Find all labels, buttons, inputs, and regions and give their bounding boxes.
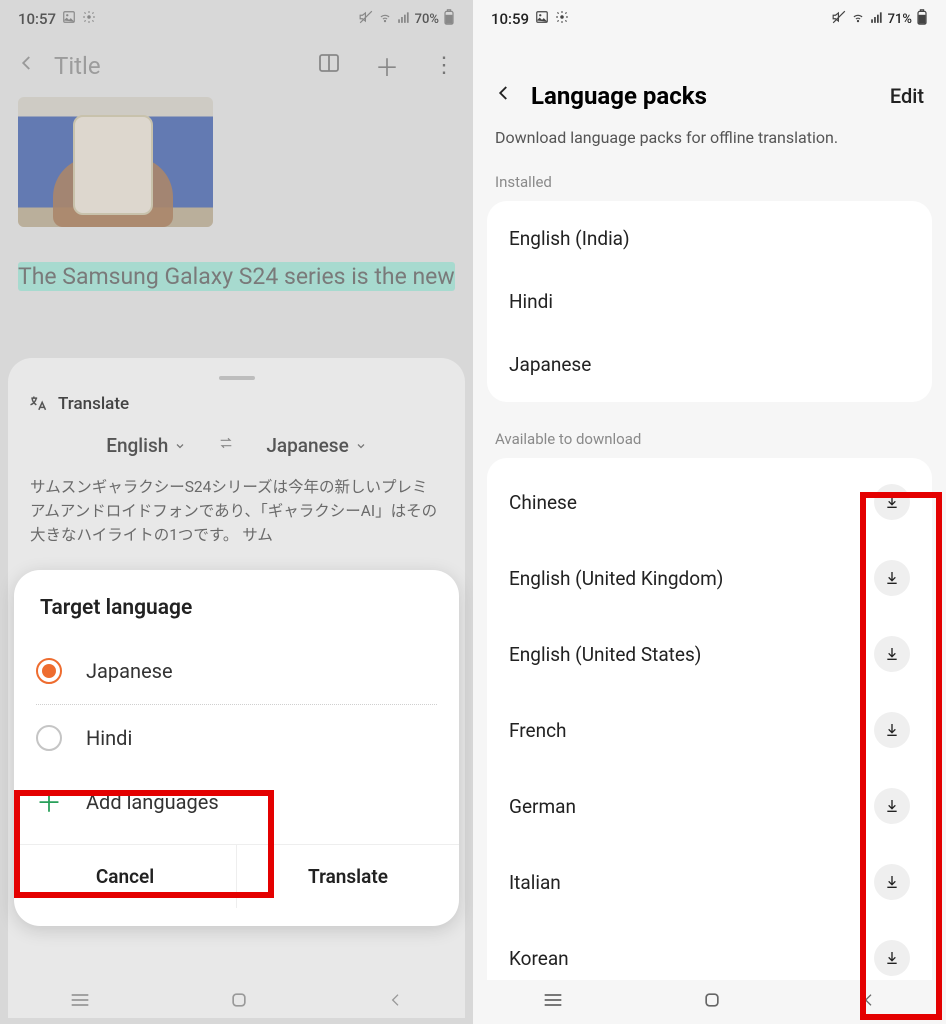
- reader-icon[interactable]: [317, 51, 341, 81]
- language-option-label: Hindi: [86, 726, 132, 750]
- status-time: 10:57: [18, 10, 56, 28]
- radio-selected-icon: [36, 658, 62, 684]
- back-icon[interactable]: [495, 82, 513, 110]
- language-name: Japanese: [509, 353, 591, 376]
- language-name: German: [509, 795, 576, 818]
- language-name: Italian: [509, 871, 561, 894]
- translate-label: Translate: [58, 394, 129, 414]
- radio-icon: [36, 725, 62, 751]
- page-header: Language packs Edit: [473, 34, 946, 128]
- signal-icon: [870, 10, 884, 28]
- divider: [36, 704, 437, 705]
- target-language-picker[interactable]: Japanese: [266, 434, 366, 457]
- note-header: Title ＋ ⋮: [0, 34, 473, 97]
- installed-list: English (India) Hindi Japanese: [487, 201, 932, 402]
- signal-icon: [397, 10, 411, 28]
- highlighted-text[interactable]: The Samsung Galaxy S24 series is the new: [18, 262, 455, 291]
- note-image[interactable]: [18, 97, 213, 227]
- image-icon: [535, 10, 549, 28]
- status-battery: 71%: [888, 12, 912, 27]
- translate-icon: [28, 394, 48, 414]
- gear-icon: [82, 10, 96, 28]
- language-name: French: [509, 719, 567, 742]
- back-icon[interactable]: [18, 51, 36, 81]
- language-option-japanese[interactable]: Japanese: [14, 642, 459, 700]
- language-name: English (India): [509, 227, 630, 250]
- language-name: English (United States): [509, 643, 701, 666]
- battery-icon: [443, 9, 455, 29]
- list-item[interactable]: Hindi: [487, 270, 932, 333]
- recents-button[interactable]: [543, 992, 563, 1013]
- language-name: Chinese: [509, 491, 577, 514]
- home-button[interactable]: [702, 990, 722, 1015]
- status-bar: 10:59 71%: [473, 0, 946, 34]
- nav-back-button[interactable]: [388, 990, 404, 1015]
- gear-icon: [555, 10, 569, 28]
- source-language-picker[interactable]: English: [106, 434, 186, 457]
- list-item[interactable]: English (India): [487, 207, 932, 270]
- wifi-icon: [377, 10, 393, 28]
- source-language: English: [106, 434, 168, 457]
- mute-icon: [359, 10, 373, 28]
- image-icon: [62, 10, 76, 28]
- chevron-down-icon: [355, 440, 367, 452]
- recents-button[interactable]: [70, 992, 90, 1013]
- drag-handle[interactable]: [219, 376, 255, 380]
- more-icon[interactable]: ⋮: [433, 53, 455, 78]
- language-name: Hindi: [509, 290, 553, 313]
- target-language: Japanese: [266, 434, 348, 457]
- available-label: Available to download: [473, 430, 946, 458]
- edit-button[interactable]: Edit: [890, 84, 924, 108]
- status-time: 10:59: [491, 10, 529, 28]
- list-item[interactable]: Japanese: [487, 333, 932, 396]
- modal-title: Target language: [14, 596, 459, 642]
- language-option-hindi[interactable]: Hindi: [14, 709, 459, 767]
- mute-icon: [832, 10, 846, 28]
- page-description: Download language packs for offline tran…: [473, 128, 946, 173]
- battery-icon: [916, 9, 928, 29]
- note-title[interactable]: Title: [54, 52, 283, 80]
- swap-icon[interactable]: [216, 435, 236, 456]
- add-icon[interactable]: ＋: [375, 48, 399, 83]
- android-navbar: [0, 980, 473, 1024]
- status-bar: 10:57 70%: [0, 0, 473, 34]
- chevron-down-icon: [174, 440, 186, 452]
- page-title: Language packs: [531, 82, 872, 110]
- wifi-icon: [850, 10, 866, 28]
- annotation-highlight: [14, 790, 274, 898]
- language-option-label: Japanese: [86, 659, 173, 683]
- status-battery: 70%: [415, 12, 439, 27]
- annotation-highlight: [860, 492, 942, 1020]
- home-button[interactable]: [229, 990, 249, 1015]
- translated-text: サムスンギャラクシーS24シリーズは今年の新しいプレミアムアンドロイドフォンであ…: [24, 475, 449, 547]
- language-name: English (United Kingdom): [509, 567, 723, 590]
- language-name: Korean: [509, 947, 569, 970]
- installed-label: Installed: [473, 173, 946, 201]
